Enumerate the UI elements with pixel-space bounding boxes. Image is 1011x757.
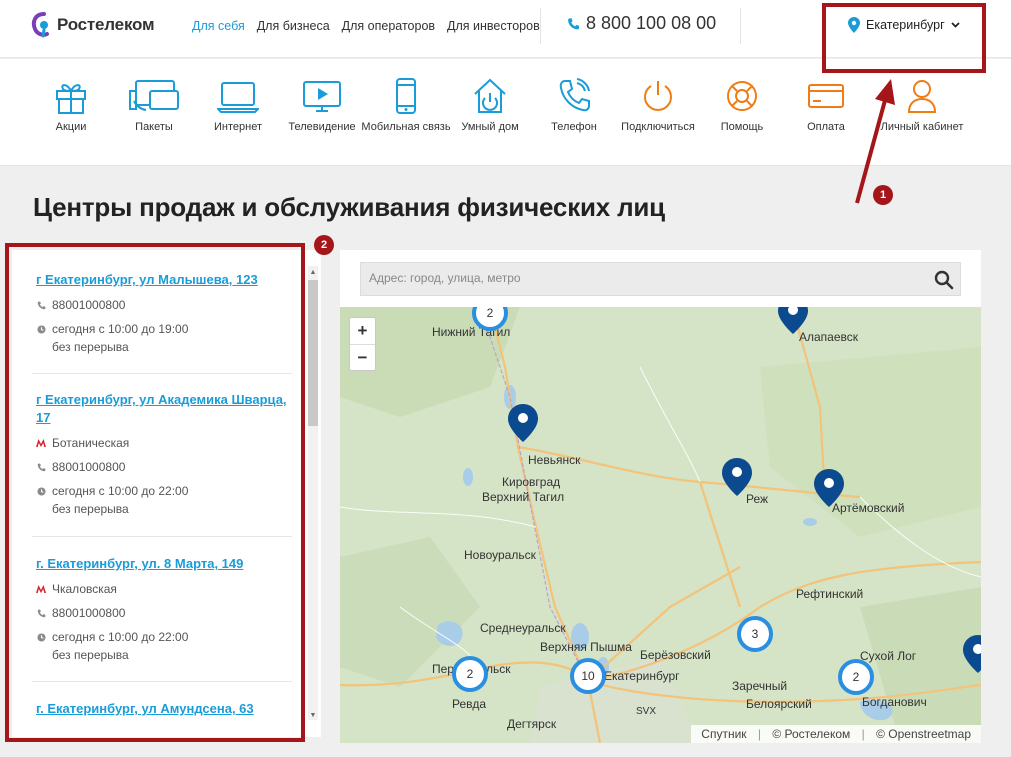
place-label: Верхний Тагил: [482, 490, 564, 504]
category-promotions[interactable]: Акции: [25, 77, 117, 133]
category-label: Помощь: [720, 121, 764, 133]
scroll-down-arrow-icon[interactable]: ▼: [309, 712, 317, 719]
place-label: Верхняя Пышма: [540, 640, 632, 654]
cluster-count: 10: [581, 669, 595, 683]
airport-label: SVX: [636, 706, 656, 717]
lifebuoy-icon: [727, 81, 757, 111]
card-icon: [808, 84, 844, 108]
place-label: Реж: [746, 492, 768, 506]
user-icon: [907, 80, 937, 113]
place-label: Сухой Лог: [860, 649, 917, 663]
category-smart-home[interactable]: Умный дом: [444, 77, 536, 133]
nav-personal[interactable]: Для себя: [192, 19, 245, 33]
attribution-rostelecom[interactable]: © Ростелеком: [772, 727, 850, 741]
hotline[interactable]: 8 800 100 08 00: [567, 13, 716, 34]
divider: [740, 8, 741, 44]
place-label: Новоуральск: [464, 548, 537, 562]
category-label: Акции: [55, 121, 87, 133]
phone-handset-icon: [559, 78, 590, 112]
tv-icon: [303, 81, 341, 112]
cluster-count: 2: [853, 670, 860, 684]
place-label: Дегтярск: [507, 717, 557, 731]
category-help[interactable]: Помощь: [696, 77, 788, 133]
map-canvas[interactable]: Нижний Тагил Алапаевск Невьянск Кировгра…: [340, 307, 981, 743]
cluster-marker[interactable]: 3: [737, 616, 773, 652]
category-mobile[interactable]: Мобильная связь: [360, 77, 452, 133]
search-icon[interactable]: [934, 270, 954, 290]
gift-icon: [56, 84, 86, 114]
map-view[interactable]: Нижний Тагил Алапаевск Невьянск Кировгра…: [340, 307, 981, 743]
cluster-marker[interactable]: 2: [472, 307, 508, 331]
annotation-arrow-icon: [855, 79, 895, 204]
pin-center: [518, 413, 528, 423]
divider: [540, 8, 541, 44]
category-label: Умный дом: [461, 121, 519, 133]
page-title: Центры продаж и обслуживания физических …: [33, 192, 665, 222]
cluster-marker[interactable]: 2: [838, 659, 874, 695]
annotation-box-city: [822, 3, 986, 73]
place-label: Кировград: [502, 475, 560, 489]
scrollbar-thumb[interactable]: [308, 280, 318, 426]
annotation-badge: 2: [314, 235, 334, 255]
category-label: Пакеты: [135, 121, 173, 133]
nav-business[interactable]: Для бизнеса: [257, 19, 330, 33]
cluster-count: 2: [487, 307, 494, 320]
cluster-count: 2: [467, 667, 474, 681]
category-phone[interactable]: Телефон: [528, 77, 620, 133]
category-label: Мобильная связь: [361, 121, 451, 133]
category-bundles[interactable]: Пакеты: [108, 77, 200, 133]
smart-home-icon: [474, 78, 506, 113]
category-label: Интернет: [214, 121, 262, 133]
place-label: Невьянск: [528, 453, 581, 467]
annotation-box-list: [5, 243, 305, 742]
annotation-badge: 1: [873, 185, 893, 205]
cluster-marker[interactable]: 10: [570, 658, 606, 694]
mobile-icon: [396, 78, 416, 114]
logo-text: Ростелеком: [57, 15, 155, 34]
place-label: Богданович: [862, 695, 927, 709]
category-internet[interactable]: Интернет: [192, 77, 284, 133]
map-panel: Нижний Тагил Алапаевск Невьянск Кировгра…: [340, 250, 981, 743]
attribution-sputnik[interactable]: Спутник: [701, 727, 746, 741]
phone-icon: [568, 17, 580, 29]
place-label: Белоярский: [746, 697, 812, 711]
scroll-up-arrow-icon[interactable]: ▲: [309, 269, 317, 276]
category-label: Подключиться: [621, 121, 695, 133]
place-label: Рефтинский: [796, 587, 863, 601]
zoom-controls: + −: [349, 317, 376, 371]
nav-operators[interactable]: Для операторов: [342, 19, 435, 33]
laptop-icon: [217, 82, 259, 113]
pin-center: [732, 467, 742, 477]
address-search-input[interactable]: [369, 271, 909, 285]
place-label: Заречный: [732, 679, 787, 693]
attribution-osm[interactable]: © Openstreetmap: [876, 727, 971, 741]
category-tv[interactable]: Телевидение: [276, 77, 368, 133]
rostelecom-logo-icon: [31, 12, 49, 38]
category-label: Телефон: [551, 121, 597, 133]
address-search: [360, 262, 961, 296]
cluster-count: 3: [752, 627, 759, 641]
power-icon: [644, 81, 672, 111]
cluster-marker[interactable]: 2: [452, 656, 488, 692]
zoom-out-button[interactable]: −: [350, 344, 375, 370]
place-label: Артёмовский: [832, 501, 904, 515]
logo[interactable]: Ростелеком: [31, 12, 155, 38]
hotline-number: 8 800 100 08 00: [586, 13, 717, 33]
nav-investors[interactable]: Для инвесторов: [447, 19, 540, 33]
category-connect[interactable]: Подключиться: [612, 77, 704, 133]
place-label: Берёзовский: [640, 648, 711, 662]
place-label: Екатеринбург: [604, 669, 680, 683]
top-nav: Для себя Для бизнеса Для операторов Для …: [192, 19, 552, 33]
map-attribution: Спутник | © Ростелеком | © Openstreetmap: [691, 725, 981, 743]
place-label: Среднеуральск: [480, 621, 566, 635]
pin-center: [824, 478, 834, 488]
place-label: Ревда: [452, 697, 486, 711]
category-label: Оплата: [807, 121, 845, 133]
place-label: Алапаевск: [799, 330, 859, 344]
devices-icon: [129, 80, 179, 111]
zoom-in-button[interactable]: +: [350, 318, 375, 344]
category-label: Телевидение: [288, 121, 356, 133]
